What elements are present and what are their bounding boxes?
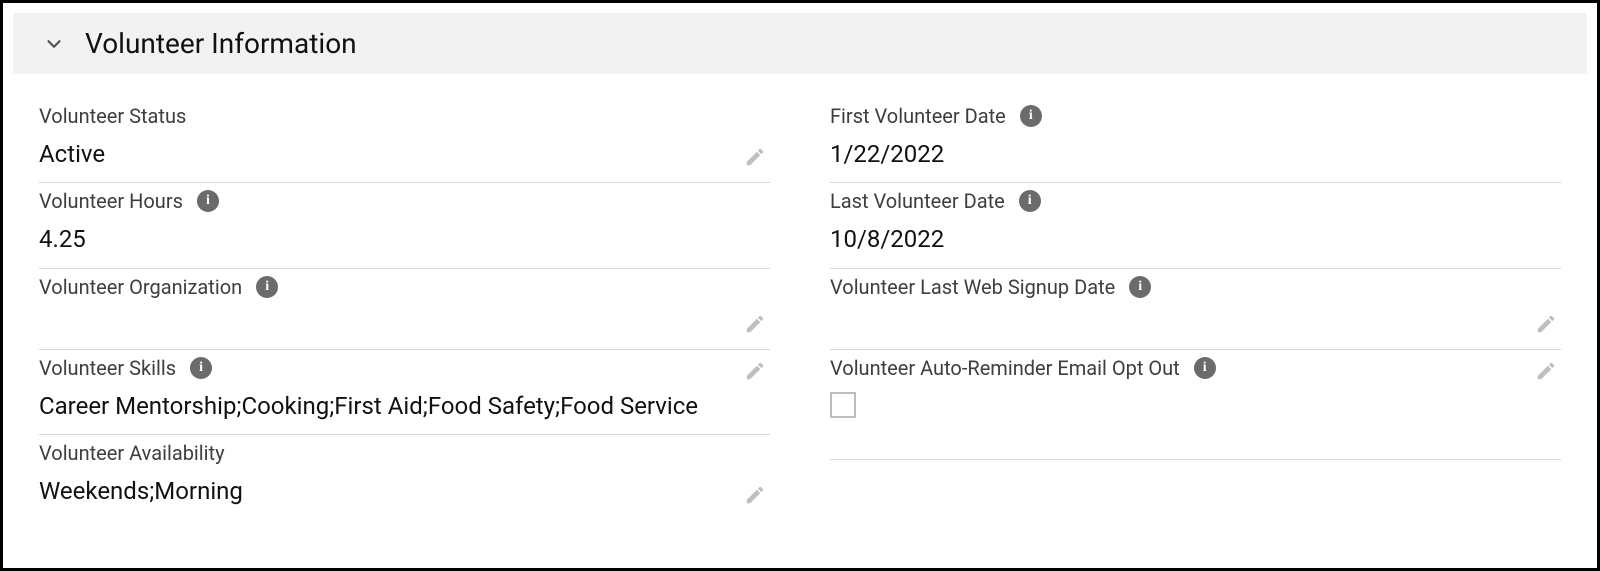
chevron-down-icon[interactable] (41, 31, 67, 57)
field-label: Last Volunteer Date (830, 189, 1005, 213)
field-first-volunteer-date: First Volunteer Date i 1/22/2022 (830, 98, 1561, 183)
field-value: Weekends;Morning (39, 475, 770, 507)
pencil-icon[interactable] (744, 313, 766, 335)
field-label: Volunteer Availability (39, 441, 225, 465)
field-label: Volunteer Hours (39, 189, 183, 213)
field-label: Volunteer Auto-Reminder Email Opt Out (830, 356, 1180, 380)
right-column: First Volunteer Date i 1/22/2022 Last Vo… (830, 98, 1561, 520)
field-volunteer-status: Volunteer Status Active (39, 98, 770, 183)
field-value: Career Mentorship;Cooking;First Aid;Food… (39, 390, 770, 422)
checkbox-auto-reminder-opt-out[interactable] (830, 392, 856, 418)
pencil-icon[interactable] (1535, 313, 1557, 335)
info-icon[interactable]: i (256, 276, 278, 298)
info-icon[interactable]: i (1020, 105, 1042, 127)
pencil-icon[interactable] (1535, 360, 1557, 382)
pencil-icon[interactable] (744, 146, 766, 168)
info-icon[interactable]: i (190, 357, 212, 379)
field-label: Volunteer Organization (39, 275, 242, 299)
pencil-icon[interactable] (744, 484, 766, 506)
field-volunteer-availability: Volunteer Availability Weekends;Morning (39, 435, 770, 519)
info-icon[interactable]: i (1194, 357, 1216, 379)
pencil-icon[interactable] (744, 360, 766, 382)
field-volunteer-skills: Volunteer Skills i Career Mentorship;Coo… (39, 350, 770, 435)
field-value: 10/8/2022 (830, 223, 1561, 255)
field-value (830, 309, 1561, 337)
info-icon[interactable]: i (1129, 276, 1151, 298)
field-value: 1/22/2022 (830, 138, 1561, 170)
left-column: Volunteer Status Active Volunteer Hours … (39, 98, 770, 520)
field-label: First Volunteer Date (830, 104, 1006, 128)
field-last-web-signup-date: Volunteer Last Web Signup Date i (830, 269, 1561, 350)
field-volunteer-organization: Volunteer Organization i (39, 269, 770, 350)
field-last-volunteer-date: Last Volunteer Date i 10/8/2022 (830, 183, 1561, 268)
field-label: Volunteer Status (39, 104, 186, 128)
field-label: Volunteer Last Web Signup Date (830, 275, 1115, 299)
field-value: Active (39, 138, 770, 170)
field-label: Volunteer Skills (39, 356, 176, 380)
field-volunteer-hours: Volunteer Hours i 4.25 (39, 183, 770, 268)
field-value (830, 390, 1561, 426)
fields-container: Volunteer Status Active Volunteer Hours … (3, 74, 1597, 520)
section-title: Volunteer Information (85, 27, 357, 60)
field-auto-reminder-opt-out: Volunteer Auto-Reminder Email Opt Out i (830, 350, 1561, 460)
info-icon[interactable]: i (197, 190, 219, 212)
info-icon[interactable]: i (1019, 190, 1041, 212)
section-header: Volunteer Information (13, 13, 1587, 74)
field-value (39, 309, 770, 337)
field-value: 4.25 (39, 223, 770, 255)
